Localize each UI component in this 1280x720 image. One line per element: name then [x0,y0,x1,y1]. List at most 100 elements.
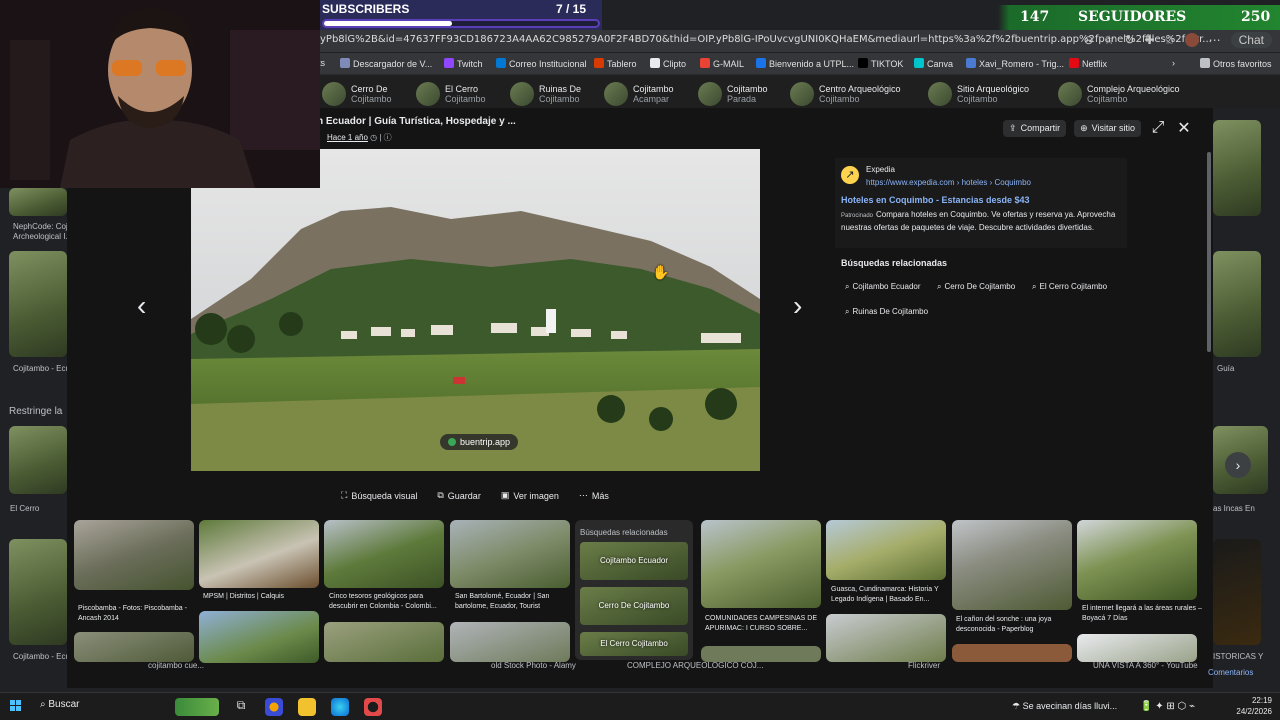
bookmark[interactable]: Canva [914,58,953,69]
related-box-item[interactable]: Cojitambo Ecuador [580,542,688,580]
related-chip[interactable]: El Cerro Cojitambo [416,82,486,106]
bookmark[interactable]: Correo Institucional [496,58,587,69]
result-thumbnail[interactable] [9,251,67,357]
grid-thumbnail[interactable] [1077,520,1197,600]
bookmark[interactable]: Twitch [444,58,483,69]
recording-app-icon[interactable] [364,698,382,716]
system-tray-icons[interactable]: 🔋 ✦ ⊞ ⬡ ⌁ [1140,701,1195,712]
related-box-item[interactable]: Cerro De Cojitambo [580,587,688,625]
comments-link[interactable]: Comentarios [1208,668,1253,677]
grid-caption[interactable]: Guasca, Cundinamarca: Historia Y Legado … [831,585,951,605]
ad-headline[interactable]: Hoteles en Coquimbo - Estancias desde $4… [841,195,1030,205]
grid-thumbnail[interactable] [450,520,570,588]
grid-thumbnail[interactable] [952,644,1072,662]
clock[interactable]: 22:19 24/2/2026 [1236,695,1272,717]
related-box-item[interactable]: El Cerro Cojitambo [580,632,688,656]
app-icon[interactable] [265,698,283,716]
grid-caption[interactable]: Piscobamba - Fotos: Piscobamba - Ancash … [78,604,198,624]
result-thumbnail[interactable] [1213,251,1261,357]
grid-thumbnail[interactable] [701,646,821,662]
extensions-icon[interactable]: ✚ [1145,33,1155,47]
profile-avatar[interactable] [1184,33,1199,47]
related-chip[interactable]: Complejo Arqueológico Cojitambo [1058,82,1180,106]
main-image[interactable]: buentrip.app [191,149,760,471]
related-chip[interactable]: Centro Arqueológico Cojitambo [790,82,901,106]
related-search-chip[interactable]: ⌕ Cerro De Cojitambo [937,282,1015,292]
grid-thumbnail[interactable] [450,622,570,662]
save-button[interactable]: ⧉ Guardar [437,490,480,501]
related-chip[interactable]: Sitio Arqueológico Cojitambo [928,82,1029,106]
bookmark[interactable]: G-MAIL [700,58,744,69]
info-icon[interactable]: ⓘ [384,133,392,142]
star-icon[interactable]: ☆ [1104,33,1115,47]
edge-browser-icon[interactable] [331,698,349,716]
expand-icon[interactable]: ⤢ [1149,119,1167,137]
bookmark[interactable]: Netflix [1069,58,1107,69]
result-thumbnail[interactable] [1213,539,1261,645]
view-image-button[interactable]: ▣ Ver imagen [501,490,559,501]
zoom-icon[interactable]: ⊖ [1084,33,1094,47]
related-search-chip[interactable]: ⌕ Ruinas De Cojitambo [845,307,928,317]
visual-search-button[interactable]: ⛶ Búsqueda visual [341,490,417,501]
next-image-arrow[interactable]: › [793,290,802,322]
task-view-icon[interactable]: ⧉ [232,698,250,716]
grid-thumbnail[interactable] [324,520,444,588]
grid-thumbnail[interactable] [199,611,319,663]
result-thumbnail[interactable] [9,188,67,216]
viewer-scrollbar[interactable] [1207,152,1211,352]
grid-caption[interactable]: COMUNIDADES CAMPESINAS DE APURIMAC: I CU… [705,614,825,634]
grid-thumbnail[interactable] [74,632,194,662]
bookmark[interactable]: Tablero [594,58,637,69]
file-explorer-icon[interactable] [298,698,316,716]
related-chip[interactable]: Cojitambo Parada [698,82,768,106]
menu-icon[interactable]: ⋯ [1209,33,1221,47]
grid-thumbnail[interactable] [1077,634,1197,662]
grid-caption[interactable]: Cinco tesoros geológicos para descubrir … [329,592,449,612]
grid-thumbnail[interactable] [199,520,319,588]
close-icon[interactable]: ✕ [1175,118,1193,138]
result-thumbnail[interactable] [1213,120,1261,216]
chat-button[interactable]: Chat [1230,32,1272,48]
bookmark[interactable]: Xavi_Romero - Trig... [966,58,1064,69]
widgets-icon[interactable] [175,698,219,716]
ad-url[interactable]: https://www.expedia.com › hoteles › Coqu… [866,178,1031,187]
url-text[interactable]: yPb8lG%2B&id=47637FF93CD186723A4AA62C985… [320,34,1212,45]
related-chip[interactable]: Cojitambo Acampar [604,82,674,106]
grid-thumbnail[interactable] [826,614,946,662]
favorites-icon[interactable]: ✩ [1165,33,1175,47]
bookmark[interactable]: Descargador de V... [340,58,432,69]
taskbar-search[interactable]: ⌕ Buscar [40,699,80,710]
bookmark[interactable]: Clipto [650,58,686,69]
grid-caption[interactable]: San Bartolomé, Ecuador | San bartolome, … [455,592,575,612]
chevron-right-icon[interactable]: › [1172,58,1175,68]
windows-start-icon[interactable] [10,700,22,712]
refresh-icon[interactable]: ↻ [1124,33,1134,47]
viewer-age[interactable]: Hace 1 año [327,133,368,142]
viewer-title[interactable]: n Ecuador | Guía Turística, Hospedaje y … [317,116,516,127]
sponsored-result[interactable]: ↗ Expedia https://www.expedia.com › hote… [835,158,1127,248]
grid-caption[interactable]: El internet llegará a las áreas rurales … [1082,604,1202,624]
related-search-chip[interactable]: ⌕ Cojitambo Ecuador [845,282,921,292]
bookmark[interactable]: Bienvenido a UTPL... [756,58,854,69]
weather-widget[interactable]: ☂ Se avecinan días lluvi... [1012,701,1117,712]
related-chip[interactable]: Cerro De Cojitambo [322,82,392,106]
more-button[interactable]: ⋯ Más [579,490,609,501]
share-button[interactable]: ⇪ Compartir [1003,119,1067,137]
grid-thumbnail[interactable] [324,622,444,662]
related-chip[interactable]: Ruinas De Cojitambo [510,82,581,106]
grid-thumbnail[interactable] [826,520,946,580]
visit-site-button[interactable]: ⊕ Visitar sitio [1074,119,1141,137]
grid-caption[interactable]: MPSM | Distritos | Calquis [203,592,323,602]
source-badge[interactable]: buentrip.app [440,434,519,450]
bookmark[interactable]: TIKTOK [858,58,903,69]
chevron-right-icon[interactable]: › [1225,452,1251,478]
other-favorites[interactable]: Otros favoritos [1200,58,1272,69]
previous-image-arrow[interactable]: ‹ [137,290,146,322]
grid-thumbnail[interactable] [701,520,821,608]
grid-thumbnail[interactable] [74,520,194,590]
result-thumbnail[interactable] [9,539,67,645]
related-search-chip[interactable]: ⌕ El Cerro Cojitambo [1032,282,1107,292]
result-thumbnail[interactable] [9,426,67,494]
grid-caption[interactable]: El cañon del sonche : una joya desconoci… [956,615,1076,635]
grid-thumbnail[interactable] [952,520,1072,610]
